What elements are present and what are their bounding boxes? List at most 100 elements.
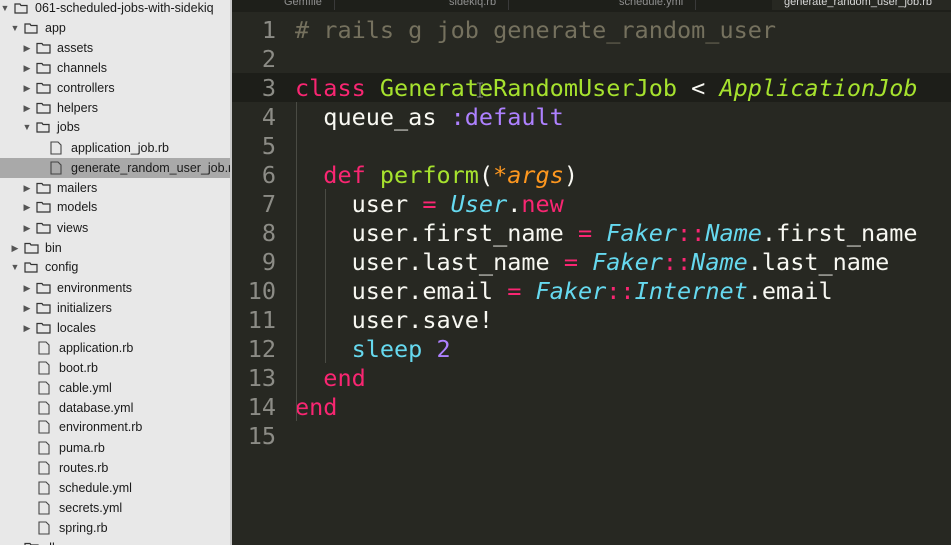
code-line[interactable]: 9 user.last_name = Faker::Name.last_name xyxy=(232,247,951,276)
tree-folder-bin[interactable]: ▶ bin xyxy=(0,238,230,258)
file-icon xyxy=(50,141,65,155)
tree-folder-views[interactable]: ▶ views xyxy=(0,218,230,238)
tree-file-database-yml[interactable]: database.yml xyxy=(0,398,230,418)
code-line[interactable]: 12 sleep 2 xyxy=(232,334,951,363)
tree-folder-root[interactable]: ▼ 061-scheduled-jobs-with-sidekiq xyxy=(0,0,230,18)
tree-folder-initializers[interactable]: ▶ initializers xyxy=(0,298,230,318)
tree-file-boot-rb[interactable]: boot.rb xyxy=(0,358,230,378)
code-token: .email xyxy=(747,276,833,305)
code-token: .last_name xyxy=(747,247,890,276)
code-token: .first_name xyxy=(761,218,918,247)
chevron-right-icon[interactable]: ▶ xyxy=(22,283,32,293)
code-line[interactable]: 6 def perform(*args) xyxy=(232,160,951,189)
chevron-right-icon[interactable]: ▶ xyxy=(22,103,32,113)
open-folder-icon xyxy=(14,2,29,15)
tab-generate-random-user-job[interactable]: generate_random_user_job.rb xyxy=(772,0,951,10)
code-token: Internet xyxy=(634,276,748,305)
chevron-right-icon[interactable]: ▶ xyxy=(22,223,32,233)
code-line[interactable]: 11 user.save! xyxy=(232,305,951,334)
tree-folder-controllers[interactable]: ▶ controllers xyxy=(0,78,230,98)
chevron-right-icon[interactable]: ▶ xyxy=(22,323,32,333)
tree-folder-mailers[interactable]: ▶ mailers xyxy=(0,178,230,198)
tree-folder-jobs[interactable]: ▼ jobs xyxy=(0,117,230,137)
code-line[interactable]: 4 queue_as :default xyxy=(232,102,951,131)
code-line[interactable]: 13 end xyxy=(232,363,951,392)
code-editor[interactable]: 1 # rails g job generate_random_user 2 3… xyxy=(232,12,951,545)
code-line[interactable]: 15 xyxy=(232,421,951,450)
code-line[interactable]: 1 # rails g job generate_random_user xyxy=(232,15,951,44)
tree-file-secrets-yml[interactable]: secrets.yml xyxy=(0,498,230,518)
folder-icon xyxy=(36,42,51,55)
tree-label: routes.rb xyxy=(59,461,109,475)
chevron-right-icon[interactable]: ▶ xyxy=(22,303,32,313)
tree-file-spring-rb[interactable]: spring.rb xyxy=(0,518,230,538)
code-line-current[interactable]: 3 class GenerateRandomUserJob < Applicat… xyxy=(232,73,951,102)
code-token: :: xyxy=(662,247,692,276)
line-number: 12 xyxy=(247,334,276,363)
tree-folder-environments[interactable]: ▶ environments xyxy=(0,278,230,298)
tree-label: application.rb xyxy=(59,341,134,355)
text-cursor-icon xyxy=(477,82,483,98)
tree-file-application-job[interactable]: application_job.rb xyxy=(0,138,230,158)
chevron-right-icon[interactable]: ▶ xyxy=(22,202,32,212)
chevron-right-icon[interactable]: ▶ xyxy=(22,183,32,193)
file-icon xyxy=(38,361,53,375)
chevron-down-icon[interactable]: ▼ xyxy=(10,23,20,33)
tree-file-routes-rb[interactable]: routes.rb xyxy=(0,458,230,478)
code-token: ApplicationJob xyxy=(719,73,918,102)
chevron-right-icon[interactable]: ▶ xyxy=(10,243,20,253)
code-token: sleep xyxy=(351,334,423,363)
tree-folder-app[interactable]: ▼ app xyxy=(0,18,230,38)
tree-folder-assets[interactable]: ▶ assets xyxy=(0,38,230,58)
tree-file-puma-rb[interactable]: puma.rb xyxy=(0,438,230,458)
tree-folder-channels[interactable]: ▶ channels xyxy=(0,58,230,78)
tab-label: generate_random_user_job.rb xyxy=(784,0,932,8)
code-line[interactable]: 2 xyxy=(232,44,951,73)
tree-file-environment-rb[interactable]: environment.rb xyxy=(0,417,230,437)
tree-file-schedule-yml[interactable]: schedule.yml xyxy=(0,478,230,498)
code-token: def xyxy=(323,160,366,189)
folder-icon xyxy=(24,242,39,255)
code-line[interactable]: 8 user.first_name = Faker::Name.first_na… xyxy=(232,218,951,247)
tree-folder-models[interactable]: ▶ models xyxy=(0,197,230,217)
tab-schedule-yml[interactable]: schedule.yml xyxy=(607,0,697,10)
project-sidebar: ▼ 061-scheduled-jobs-with-sidekiq ▼ app … xyxy=(0,0,232,545)
tree-folder-locales[interactable]: ▶ locales xyxy=(0,318,230,338)
tree-folder-config[interactable]: ▼ config xyxy=(0,257,230,277)
file-icon xyxy=(38,501,53,515)
folder-icon xyxy=(24,542,39,545)
chevron-down-icon[interactable]: ▼ xyxy=(10,262,20,272)
folder-icon xyxy=(36,322,51,335)
code-token: = xyxy=(493,276,536,305)
chevron-right-icon[interactable]: ▶ xyxy=(22,43,32,53)
tree-label: cable.yml xyxy=(59,381,112,395)
tree-label: views xyxy=(57,221,89,235)
chevron-right-icon[interactable]: ▶ xyxy=(22,63,32,73)
chevron-down-icon[interactable]: ▼ xyxy=(0,3,10,13)
tree-label: locales xyxy=(57,321,96,335)
tree-file-cable-yml[interactable]: cable.yml xyxy=(0,378,230,398)
folder-icon xyxy=(36,282,51,295)
code-token: class xyxy=(295,73,366,102)
code-token: Faker xyxy=(535,276,607,305)
code-line[interactable]: 7 user = User.new xyxy=(232,189,951,218)
chevron-down-icon[interactable]: ▼ xyxy=(22,122,32,132)
tab-gemfile[interactable]: Gemfile xyxy=(272,0,335,10)
code-line[interactable]: 10 user.email = Faker::Internet.email xyxy=(232,276,951,305)
tree-file-generate-random-user-job[interactable]: generate_random_user_job.rb xyxy=(0,158,230,178)
code-line[interactable]: 14 end xyxy=(232,392,951,421)
tree-file-application-rb[interactable]: application.rb xyxy=(0,338,230,358)
code-token: = xyxy=(549,247,593,276)
tab-sidekiq-rb[interactable]: sidekiq.rb xyxy=(437,0,510,10)
code-token: user.last_name xyxy=(351,247,550,276)
indent-guide xyxy=(325,189,326,363)
open-folder-icon xyxy=(24,22,39,35)
code-token: = xyxy=(408,189,451,218)
tree-label: bin xyxy=(45,241,62,255)
tree-folder-helpers[interactable]: ▶ helpers xyxy=(0,98,230,118)
tree-folder-db[interactable]: ▶ db xyxy=(0,538,230,545)
tree-label: schedule.yml xyxy=(59,481,132,495)
open-folder-icon xyxy=(24,261,39,274)
code-line[interactable]: 5 xyxy=(232,131,951,160)
chevron-right-icon[interactable]: ▶ xyxy=(22,83,32,93)
